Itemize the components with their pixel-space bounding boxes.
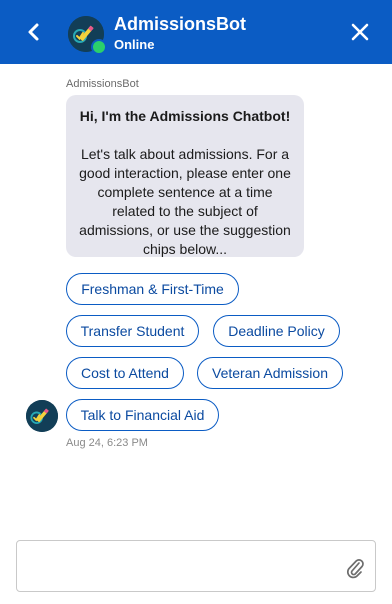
back-button[interactable]: [22, 20, 46, 44]
bot-logo-icon: [26, 400, 58, 432]
chevron-left-icon: [28, 23, 39, 41]
chip-veteran-admission[interactable]: Veteran Admission: [197, 357, 343, 389]
close-icon: [351, 23, 369, 41]
chip-transfer-student[interactable]: Transfer Student: [66, 315, 199, 347]
attach-button[interactable]: [345, 557, 365, 579]
message-input[interactable]: [27, 551, 331, 585]
message-composer: [16, 540, 376, 592]
chip-cost-to-attend[interactable]: Cost to Attend: [66, 357, 184, 389]
bot-avatar: [68, 16, 107, 55]
bot-name: AdmissionsBot: [114, 14, 247, 34]
chat-header: AdmissionsBot Online: [0, 0, 392, 64]
paperclip-icon: [346, 559, 364, 579]
chip-deadline-policy[interactable]: Deadline Policy: [213, 315, 340, 347]
message-sender: AdmissionsBot: [66, 78, 139, 90]
bot-message-avatar: [26, 400, 58, 432]
chip-talk-to-financial-aid[interactable]: Talk to Financial Aid: [66, 399, 219, 431]
close-button[interactable]: [348, 20, 372, 44]
message-title: Hi, I'm the Admissions Chatbot!: [79, 108, 291, 124]
chip-freshman[interactable]: Freshman & First-Time: [66, 273, 239, 305]
message-body: Let's talk about admissions. For a good …: [79, 146, 291, 257]
message-timestamp: Aug 24, 6:23 PM: [66, 437, 148, 449]
online-status-dot: [91, 39, 107, 55]
bot-message-bubble: Hi, I'm the Admissions Chatbot! Let's ta…: [66, 95, 304, 257]
bot-status: Online: [114, 37, 155, 52]
